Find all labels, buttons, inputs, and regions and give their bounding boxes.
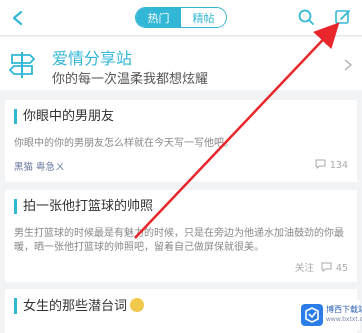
comment-count-text: 45 <box>335 263 348 274</box>
site-watermark: 博西下载站 www.bxtxt.com <box>298 300 362 330</box>
tab-featured[interactable]: 精帖 <box>181 8 226 27</box>
post-card[interactable]: 拍一张他打篮球的帅照 男生打篮球的时候最是有魅力的时候，只是在旁边为他递水加油鼓… <box>5 190 357 282</box>
post-title: 拍一张他打篮球的帅照 <box>14 199 153 214</box>
post-footer: 关注 45 <box>14 260 348 274</box>
post-card[interactable]: 你眼中的男朋友 你眼中的你的男朋友怎么样就在今天写一写他吧。 黑猫 粤急ㄨ 13… <box>5 100 357 182</box>
post-excerpt: 你眼中的你的男朋友怎么样就在今天写一写他吧。 <box>14 138 234 149</box>
post-title: 你眼中的男朋友 <box>14 109 114 124</box>
post-author[interactable]: 黑猫 粤急ㄨ <box>14 159 65 173</box>
post-excerpt: 男生打篮球的时候最是有魅力的时候，只是在旁边为他递水加油鼓劲的你最暖，晒一张他打… <box>14 228 344 253</box>
post-footer: 黑猫 粤急ㄨ 134 <box>14 159 348 173</box>
back-button[interactable] <box>6 6 30 30</box>
search-icon <box>298 9 314 25</box>
comment-icon <box>315 159 326 169</box>
top-bar: 热门 精帖 <box>0 0 362 36</box>
post-meta[interactable]: 关注 45 <box>291 260 348 274</box>
comment-count-text: 134 <box>329 160 348 171</box>
chevron-right-icon <box>342 57 354 71</box>
signpost-icon <box>8 49 36 79</box>
watermark-logo-icon <box>301 304 323 326</box>
post-title: 女生的那些潜台词 <box>14 298 145 314</box>
banner-title: 爱情分享站 <box>52 49 133 68</box>
watermark-line1: 博西下载站 <box>326 305 362 314</box>
emoji-icon <box>130 298 145 312</box>
search-button[interactable] <box>294 5 318 29</box>
topic-banner[interactable]: 爱情分享站 你的每一次温柔我都想炫耀 <box>0 37 362 90</box>
post-title-text: 女生的那些潜台词 <box>23 299 128 314</box>
post-comment-count[interactable]: 134 <box>315 159 348 171</box>
banner-subtitle: 你的每一次温柔我都想炫耀 <box>52 72 209 87</box>
edit-post-icon <box>335 10 350 24</box>
tab-hot[interactable]: 热门 <box>136 8 181 27</box>
comment-icon <box>321 262 332 272</box>
watermark-line2: www.bxtxt.com <box>326 316 362 323</box>
follow-link[interactable]: 关注 <box>295 263 314 274</box>
feed-tab-switch: 热门 精帖 <box>135 7 227 28</box>
back-arrow-icon <box>12 10 23 26</box>
new-post-button[interactable] <box>331 5 355 29</box>
